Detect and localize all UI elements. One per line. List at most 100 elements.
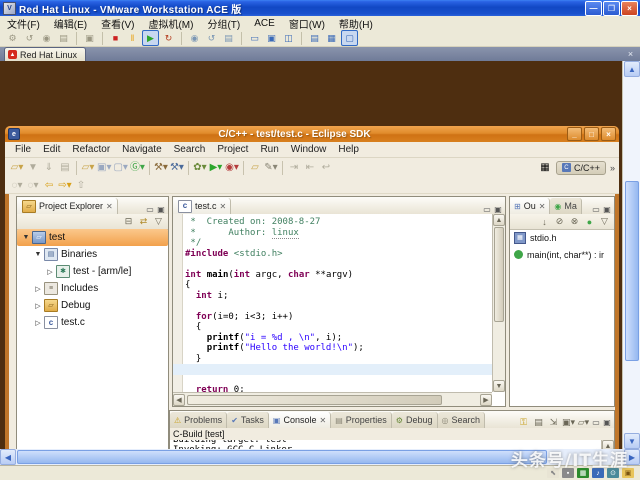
guest-scroll-up-icon[interactable]: ▲ (624, 61, 640, 77)
editor-tab-close-icon[interactable]: ✕ (220, 202, 227, 211)
back-button[interactable]: ⇦ (42, 178, 56, 193)
project-explorer-close-icon[interactable]: ✕ (106, 202, 113, 211)
eclipse-menu-help[interactable]: Help (332, 144, 365, 155)
hide-static-icon[interactable]: ⊗ (568, 216, 581, 228)
vmware-menu-item-7[interactable]: 帮助(H) (332, 16, 380, 31)
run-button[interactable]: ▶▾ (209, 161, 223, 176)
outline-minimize-icon[interactable]: ▭ (591, 205, 601, 214)
snapshot-revert-button[interactable]: ↺ (22, 31, 37, 45)
reset-button[interactable]: ↻ (161, 31, 176, 45)
power-off-button[interactable]: ■ (108, 31, 123, 45)
vmware-menu-item-4[interactable]: 分组(T) (200, 16, 247, 31)
go-up-button[interactable]: ⇧ (74, 178, 88, 193)
tree-item-test[interactable]: ▼ ▱ test (17, 229, 168, 246)
vmware-restore-button[interactable]: ❐ (603, 0, 620, 16)
expand-toggle-icon[interactable]: ▼ (21, 234, 31, 241)
open-console-icon[interactable]: ▱▾ (577, 416, 590, 428)
quickswitch-mode-button[interactable]: ◫ (281, 31, 296, 45)
save-all-button[interactable]: ⇓ (42, 161, 56, 176)
vmware-menu-item-5[interactable]: ACE (247, 18, 282, 29)
new-wizard-button[interactable]: ▱▾ (10, 161, 24, 176)
debug-button[interactable]: ✿▾ (193, 161, 207, 176)
expand-toggle-icon[interactable]: ▷ (33, 302, 43, 310)
outline-tab[interactable]: ⊞ Ou ✕ (510, 198, 551, 214)
profile-button[interactable]: ◉▾ (225, 161, 239, 176)
eclipse-menu-run[interactable]: Run (254, 144, 284, 155)
console-tab-close-icon[interactable]: ✕ (320, 416, 327, 425)
summary-view-button[interactable]: ▤ (307, 31, 322, 45)
vmware-menu-item-1[interactable]: 编辑(E) (47, 16, 94, 31)
bottom-tab-tasks[interactable]: ✔ Tasks (227, 412, 269, 428)
vm-guest-tab[interactable]: ▲ Red Hat Linux (4, 47, 87, 61)
bottom-tab-console[interactable]: ▣ Console ✕ (268, 412, 332, 428)
editor-horizontal-scrollbar[interactable]: ◀ ▶ (173, 392, 492, 406)
eclipse-minimize-button[interactable]: _ (567, 127, 582, 141)
outline-maximize-icon[interactable]: ▣ (602, 205, 612, 214)
bottom-tab-problems[interactable]: ⚠ Problems (170, 412, 228, 428)
fullscreen-mode-button[interactable]: ▣ (264, 31, 279, 45)
bottom-minimize-icon[interactable]: ▭ (591, 418, 601, 427)
ace-settings-button[interactable]: ▣ (82, 31, 97, 45)
history-menu-button[interactable]: ◌▾ (26, 178, 40, 193)
vmware-minimize-button[interactable]: — (585, 0, 602, 16)
next-annotation-button[interactable]: ⇥ (287, 161, 301, 176)
make-targets-tab[interactable]: ◉ Ma (550, 198, 582, 214)
outline-item-stdio-h[interactable]: ▦ stdio.h (510, 229, 614, 246)
vmware-menu-item-3[interactable]: 虚拟机(M) (141, 16, 200, 31)
new-c-project-button[interactable]: ▱▾ (81, 161, 95, 176)
take-snapshot-button[interactable]: ◉ (187, 31, 202, 45)
bottom-maximize-icon[interactable]: ▣ (602, 418, 612, 427)
new-class-button[interactable]: Ⓖ▾ (130, 161, 145, 176)
sort-icon[interactable]: ↓ (538, 216, 551, 228)
vmware-titlebar[interactable]: V Red Hat Linux - VMware Workstation ACE… (0, 0, 640, 16)
console-lock-icon[interactable]: ⚿ (517, 416, 530, 428)
editor-vscroll-thumb[interactable] (494, 227, 504, 322)
eclipse-menu-navigate[interactable]: Navigate (116, 144, 167, 155)
bottom-tab-search[interactable]: ◎ Search (437, 412, 486, 428)
eclipse-maximize-button[interactable]: □ (584, 127, 599, 141)
editor-maximize-icon[interactable]: ▣ (493, 205, 503, 214)
editor-scroll-left-icon[interactable]: ◀ (173, 394, 185, 406)
save-button[interactable]: ▼ (26, 161, 40, 176)
expand-toggle-icon[interactable]: ▼ (33, 251, 43, 258)
link-with-editor-icon[interactable]: ⇄ (137, 216, 150, 228)
tree-item-debug[interactable]: ▷ ▱ Debug (17, 297, 168, 314)
collapse-all-icon[interactable]: ⊟ (122, 216, 135, 228)
forward-button[interactable]: ⇨▾ (58, 178, 72, 193)
perspective-overflow-chevron[interactable]: » (610, 163, 615, 173)
display-console-icon[interactable]: ▣▾ (562, 416, 575, 428)
perspective-cpp-button[interactable]: C C/C++ (555, 160, 606, 175)
tree-item-test-arm-le-[interactable]: ▷ ✱ test - [arm/le] (17, 263, 168, 280)
vmware-menu-item-6[interactable]: 窗口(W) (282, 16, 332, 31)
view-menu-icon[interactable]: ▽ (152, 216, 165, 228)
hide-fields-icon[interactable]: ⊘ (553, 216, 566, 228)
remove-console-icon[interactable]: ▤ (532, 416, 545, 428)
pin-console-icon[interactable]: ⇲ (547, 416, 560, 428)
power-on-button[interactable]: ▶ (142, 30, 159, 46)
tree-item-binaries[interactable]: ▼ ▤ Binaries (17, 246, 168, 263)
outline-menu-icon[interactable]: ▽ (598, 216, 611, 228)
last-edit-location-button[interactable]: ◌▾ (10, 178, 24, 193)
editor-minimize-icon[interactable]: ▭ (482, 205, 492, 214)
editor-scroll-up-icon[interactable]: ▲ (493, 214, 505, 226)
open-perspective-icon[interactable]: ▦ (538, 160, 552, 175)
eclipse-close-button[interactable]: × (601, 127, 616, 141)
config-editor-button[interactable]: ⚙ (5, 31, 20, 45)
search-toolbar-button[interactable]: ✎▾ (264, 161, 278, 176)
expand-toggle-icon[interactable]: ▷ (45, 268, 55, 276)
open-resource-button[interactable]: ▱ (248, 161, 262, 176)
windowed-mode-button[interactable]: ▭ (247, 31, 262, 45)
new-folder-button[interactable]: ▣▾ (97, 161, 111, 176)
eclipse-menu-file[interactable]: File (9, 144, 37, 155)
eclipse-menu-window[interactable]: Window (285, 144, 333, 155)
guest-hscroll-thumb[interactable] (17, 450, 547, 464)
hide-nonpublic-icon[interactable]: ● (583, 216, 596, 228)
vmware-close-button[interactable]: × (621, 0, 638, 16)
outline-item-main-int-char-ir[interactable]: main(int, char**) : ir (510, 246, 614, 263)
console-view-button[interactable]: ▦ (324, 31, 339, 45)
eclipse-menu-project[interactable]: Project (211, 144, 254, 155)
project-explorer-minimize-icon[interactable]: ▭ (145, 205, 155, 214)
build-button[interactable]: ⚒▾ (154, 161, 168, 176)
outline-close-icon[interactable]: ✕ (539, 202, 546, 211)
new-source-file-button[interactable]: ▢▾ (113, 161, 127, 176)
